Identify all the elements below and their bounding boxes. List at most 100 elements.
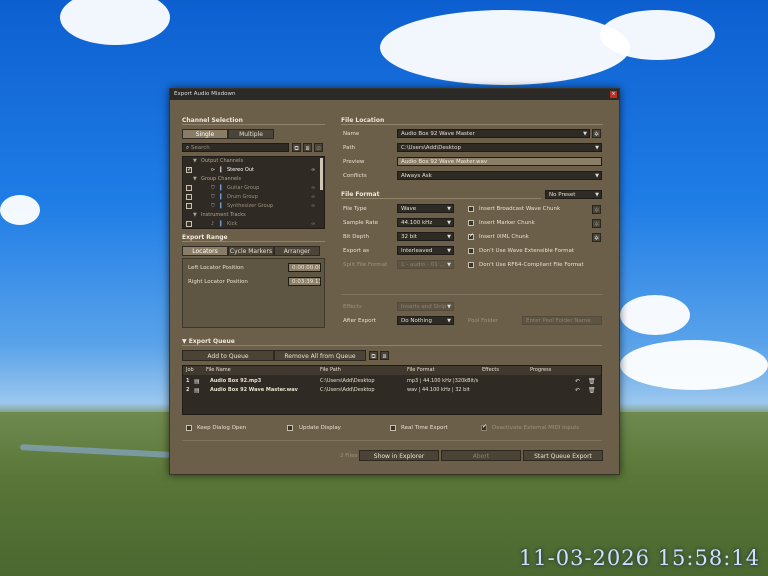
checkbox[interactable]: [186, 221, 192, 227]
after-export-label: After Export: [343, 318, 376, 324]
tab-single[interactable]: Single: [182, 129, 228, 139]
split-file-format-label: Split File Format: [343, 262, 388, 268]
undo-icon[interactable]: ↶: [575, 377, 580, 386]
left-locator-field[interactable]: 0:00:00.000: [288, 263, 321, 272]
right-locator-label: Right Locator Position: [188, 279, 248, 285]
tree-row[interactable]: ⛉ ▍ Drum Group ∞: [183, 193, 319, 202]
table-row[interactable]: 2 ▤ Audio Box 92 Wave Master.wav C:\User…: [183, 386, 601, 395]
expand-all-icon[interactable]: ⧉: [292, 143, 301, 152]
cloud: [620, 340, 768, 390]
gear-icon[interactable]: ✲: [592, 205, 601, 214]
checkbox[interactable]: [186, 185, 192, 191]
export-queue-heading: ▼ Export Queue: [182, 338, 235, 345]
chevron-down-icon: ▼: [447, 248, 451, 254]
wave-extensible-checkbox[interactable]: [468, 248, 474, 254]
collapse-arrow-icon[interactable]: ▼: [182, 338, 189, 345]
tree-row[interactable]: ▼ Output Channels: [183, 157, 319, 166]
bit-depth-select[interactable]: 32 bit ▼: [397, 232, 454, 241]
effects-select[interactable]: Inserts and Strip ▼: [397, 302, 454, 311]
trash-icon[interactable]: 🗑: [588, 377, 596, 386]
link-icon[interactable]: ⊘: [314, 143, 323, 152]
gear-icon[interactable]: ✲: [592, 219, 601, 228]
checkbox[interactable]: [186, 194, 192, 200]
rf64-checkbox[interactable]: [468, 262, 474, 268]
keep-dialog-open-checkbox[interactable]: [186, 425, 192, 431]
checkbox[interactable]: [186, 203, 192, 209]
channel-search-input[interactable]: ⌕ Search: [182, 143, 289, 152]
abort-button[interactable]: Abort: [441, 450, 521, 461]
marker-chunk-checkbox[interactable]: [468, 220, 474, 226]
add-to-queue-button[interactable]: Add to Queue: [182, 350, 274, 361]
pool-folder-input[interactable]: Enter Pool Folder Name: [522, 316, 602, 325]
file-location-heading: File Location: [341, 117, 385, 124]
marker-chunk-label: Insert Marker Chunk: [479, 220, 535, 226]
pool-folder-label: Pool Folder: [468, 318, 499, 324]
ixml-chunk-label: Insert iXML Chunk: [479, 234, 529, 240]
update-display-checkbox[interactable]: [287, 425, 293, 431]
tree-row[interactable]: ⊳ ▍ Stereo Out ∞: [183, 165, 319, 175]
tree-row[interactable]: ♪ ▍ Kick ∞: [183, 220, 319, 228]
group-icon: ⛉: [211, 194, 215, 200]
chevron-down-icon: ▼: [583, 131, 587, 137]
name-field[interactable]: Audio Box 92 Wave Master ▼: [397, 129, 590, 138]
path-field[interactable]: C:\Users\Add\Desktop ▼: [397, 143, 602, 152]
output-icon: ⊳: [211, 167, 216, 173]
gear-icon[interactable]: ✲: [592, 233, 601, 242]
collapse-all-icon[interactable]: ⧈: [303, 143, 312, 152]
file-format-heading: File Format: [341, 191, 380, 198]
cloud: [0, 195, 40, 225]
export-as-select[interactable]: Interleaved ▼: [397, 246, 454, 255]
real-time-export-checkbox[interactable]: [390, 425, 396, 431]
trash-icon[interactable]: 🗑: [588, 386, 596, 395]
broadcast-wave-checkbox[interactable]: [468, 206, 474, 212]
sample-rate-select[interactable]: 44.100 kHz ▼: [397, 218, 454, 227]
preset-select[interactable]: No Preset ▼: [545, 190, 602, 199]
instrument-icon: ♪: [211, 221, 215, 227]
tab-arranger[interactable]: Arranger: [274, 246, 320, 256]
file-icon: ▤: [194, 378, 200, 385]
channel-tree[interactable]: ▼ Output Channels ⊳ ▍ Stereo Out ∞ ▼ Gro…: [182, 156, 325, 229]
deactivate-midi-checkbox[interactable]: [481, 423, 487, 431]
tab-cycle-markers[interactable]: Cycle Markers: [228, 246, 274, 256]
after-export-select[interactable]: Do Nothing ▼: [397, 316, 454, 325]
close-button[interactable]: ×: [610, 91, 617, 98]
checkbox[interactable]: [186, 165, 192, 174]
start-queue-export-button[interactable]: Start Queue Export: [523, 450, 603, 461]
chevron-down-icon: ▼: [447, 234, 451, 240]
tree-row[interactable]: ⛉ ▍ Guitar Group ∞: [183, 184, 319, 193]
export-queue-table[interactable]: Job File Name File Path File Format Effe…: [182, 365, 602, 415]
group-icon: ⛉: [211, 185, 215, 191]
tab-multiple[interactable]: Multiple: [228, 129, 274, 139]
name-label: Name: [343, 131, 360, 137]
group-icon: ⛉: [211, 203, 215, 209]
dialog-titlebar[interactable]: Export Audio Mixdown ×: [170, 89, 619, 100]
update-display-label: Update Display: [299, 425, 341, 431]
file-type-select[interactable]: Wave ▼: [397, 204, 454, 213]
real-time-export-label: Real Time Export: [401, 425, 448, 431]
keep-dialog-open-label: Keep Dialog Open: [197, 425, 247, 431]
cloud: [600, 10, 715, 60]
broadcast-wave-label: Insert Broadcast Wave Chunk: [479, 206, 561, 212]
cloud: [380, 10, 630, 85]
undo-icon[interactable]: ↶: [575, 386, 580, 395]
tree-scrollbar[interactable]: [320, 158, 323, 190]
tree-row[interactable]: ▼ Instrument Tracks: [183, 211, 319, 220]
remove-all-button[interactable]: Remove All from Queue: [274, 350, 366, 361]
tree-row[interactable]: ⛉ ▍ Synthesizer Group ∞: [183, 202, 319, 211]
tab-locators[interactable]: Locators: [182, 246, 228, 256]
gear-icon[interactable]: ✲: [592, 129, 601, 138]
export-range-heading: Export Range: [182, 234, 228, 241]
split-file-format-select[interactable]: 1 - audio - 01 ... ▼: [397, 260, 454, 269]
show-in-explorer-button[interactable]: Show in Explorer: [359, 450, 439, 461]
ixml-chunk-checkbox[interactable]: [468, 232, 474, 240]
right-locator-field[interactable]: 0:03:39.130: [288, 277, 321, 286]
chevron-down-icon: ▼: [595, 145, 599, 151]
rf64-label: Don't Use RF64-Compliant File Format: [479, 262, 584, 268]
link-icon: ∞: [311, 221, 316, 227]
conflicts-select[interactable]: Always Ask ▼: [397, 171, 602, 180]
file-icon: ▤: [194, 387, 200, 394]
tree-row[interactable]: ▼ Group Channels: [183, 175, 319, 184]
queue-collapse-icon[interactable]: ⧈: [380, 351, 389, 360]
queue-expand-icon[interactable]: ⧉: [369, 351, 378, 360]
table-row[interactable]: 1 ▤ Audio Box 92.mp3 C:\Users\Add\Deskto…: [183, 377, 601, 386]
